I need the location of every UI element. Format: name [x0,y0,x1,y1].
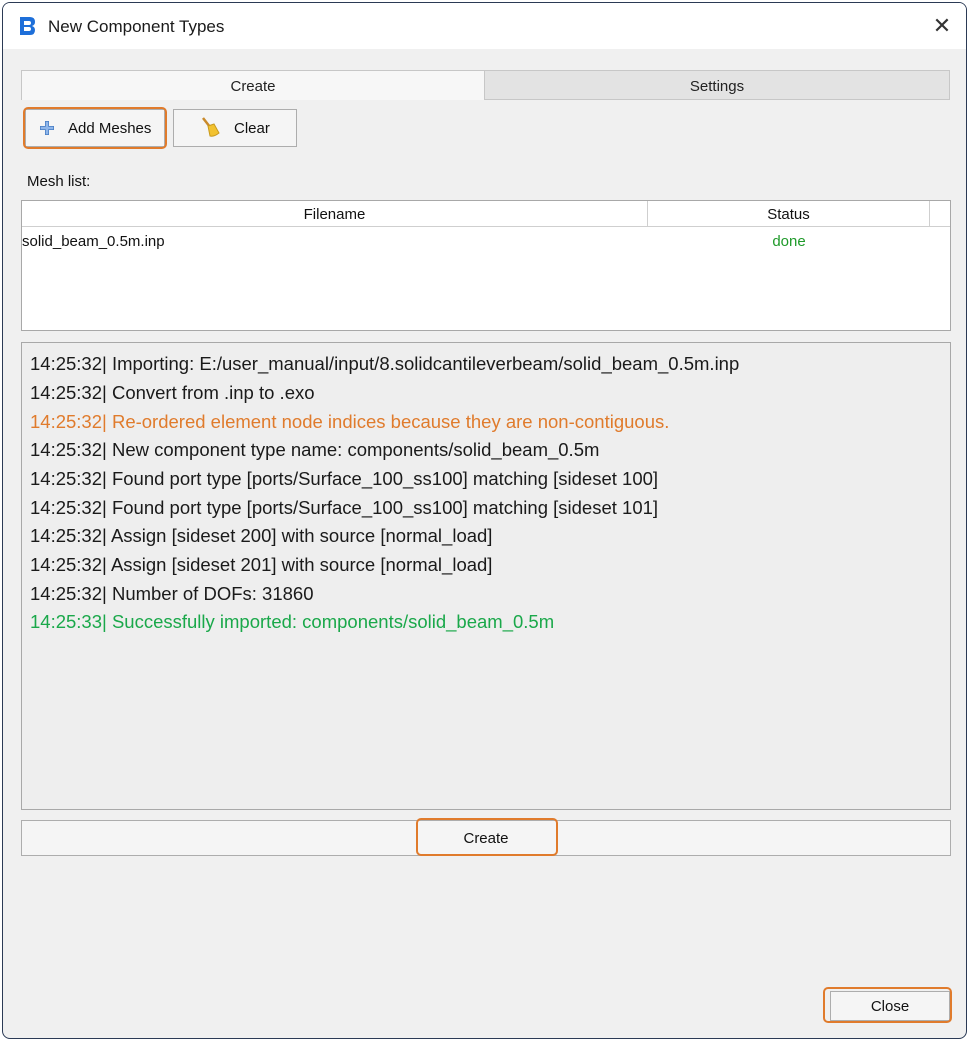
close-button[interactable]: Close [830,991,950,1021]
log-line: 14:25:32| Re-ordered element node indice… [30,411,670,432]
log-line: 14:25:32| New component type name: compo… [30,439,600,460]
column-header-status[interactable]: Status [648,201,930,227]
mesh-list-table[interactable]: Filename Status solid_beam_0.5m.inp done [21,200,951,331]
log-line: 14:25:32| Convert from .inp to .exo [30,382,315,403]
tab-settings[interactable]: Settings [484,70,950,100]
column-header-spacer [930,201,950,227]
log-line: 14:25:32| Assign [sideset 201] with sour… [30,554,493,575]
clear-button[interactable]: Clear [173,109,297,147]
log-output[interactable]: 14:25:32| Importing: E:/user_manual/inpu… [21,342,951,810]
mesh-row-filename[interactable]: solid_beam_0.5m.inp [22,233,165,250]
title-bar: New Component Types ✕ [3,3,966,49]
add-meshes-button[interactable]: Add Meshes [25,109,165,147]
log-line: 14:25:32| Found port type [ports/Surface… [30,497,659,518]
window-title: New Component Types [48,17,225,36]
app-logo-icon [20,17,35,35]
mesh-row-status: done [772,233,806,250]
broom-icon [202,117,220,137]
log-line: 14:25:32| Number of DOFs: 31860 [30,583,314,604]
column-header-filename[interactable]: Filename [22,201,648,227]
mesh-list-label: Mesh list: [27,173,91,190]
log-line: 14:25:33| Successfully imported: compone… [30,611,555,632]
create-button[interactable]: Create [21,820,951,856]
plus-icon [40,121,54,135]
tab-bar: Create Settings [21,70,950,100]
add-meshes-label: Add Meshes [68,120,152,137]
dialog-window: New Component Types ✕ Create Settings Ad… [2,2,967,1039]
window-close-icon[interactable]: ✕ [928,12,956,40]
log-line: 14:25:32| Importing: E:/user_manual/inpu… [30,353,740,374]
log-line: 14:25:32| Assign [sideset 200] with sour… [30,525,493,546]
clear-label: Clear [234,120,270,137]
tab-create[interactable]: Create [21,70,485,100]
log-line: 14:25:32| Found port type [ports/Surface… [30,468,659,489]
